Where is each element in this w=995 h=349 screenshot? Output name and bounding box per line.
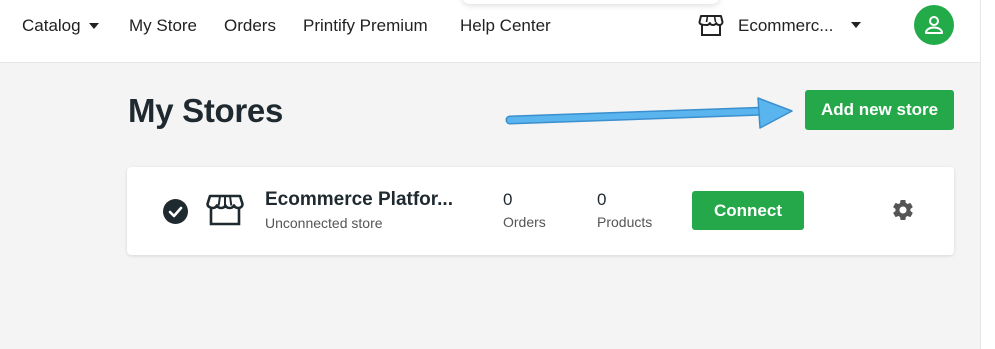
store-card: Ecommerce Platfor... Unconnected store 0…	[127, 167, 954, 255]
nav-orders[interactable]: Orders	[224, 14, 276, 38]
nav-catalog[interactable]: Catalog	[22, 14, 99, 38]
products-count: 0	[597, 190, 607, 209]
store-switcher-name: Ecommerc...	[738, 16, 834, 35]
annotation-arrow	[505, 97, 793, 129]
chevron-down-icon	[851, 22, 861, 28]
storefront-icon	[698, 15, 724, 36]
check-circle-icon	[168, 206, 183, 218]
dropdown-edge	[462, 0, 720, 4]
nav-help-center[interactable]: Help Center	[460, 14, 551, 38]
gear-icon[interactable]	[891, 198, 915, 222]
nav-catalog-label: Catalog	[22, 16, 81, 35]
store-select-check[interactable]	[163, 199, 188, 224]
store-status: Unconnected store	[265, 215, 383, 231]
user-avatar[interactable]	[914, 5, 954, 45]
connect-button[interactable]: Connect	[692, 191, 804, 230]
nav-printify-premium[interactable]: Printify Premium	[303, 14, 428, 38]
user-icon	[925, 16, 943, 34]
orders-label: Orders	[503, 214, 546, 230]
scrollbar-track[interactable]	[980, 0, 995, 349]
products-label: Products	[597, 214, 653, 230]
orders-count: 0	[503, 190, 513, 209]
nav-my-store[interactable]: My Store	[129, 14, 197, 38]
page-title: My Stores	[128, 92, 284, 129]
storefront-icon	[206, 194, 244, 226]
store-name[interactable]: Ecommerce Platfor...	[265, 189, 453, 211]
chevron-down-icon	[88, 22, 99, 29]
add-new-store-button[interactable]: Add new store	[805, 90, 954, 130]
top-navigation-bar: Catalog My Store Orders Printify Premium…	[0, 0, 980, 63]
